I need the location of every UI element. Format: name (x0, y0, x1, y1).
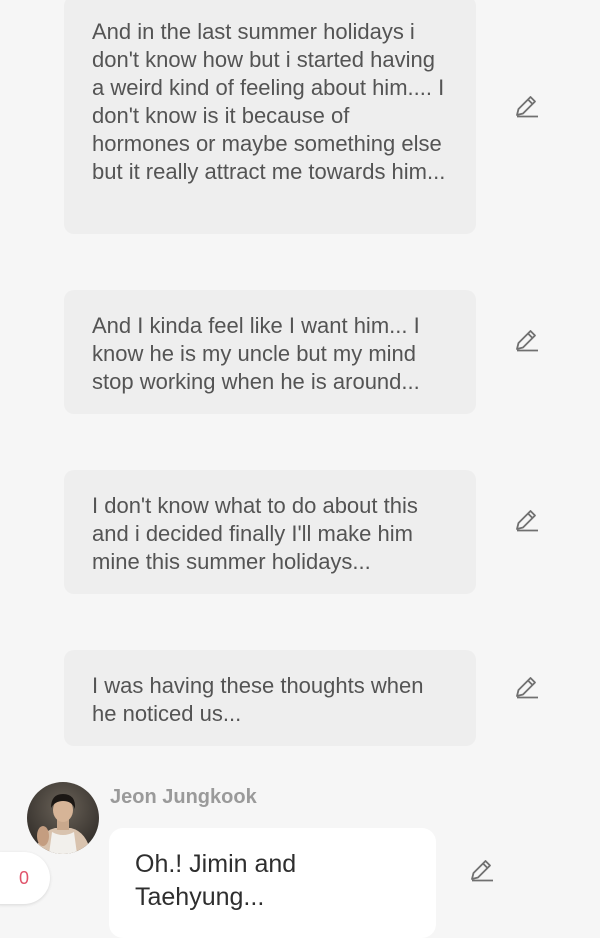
narration-bubble: I was having these thoughts when he noti… (64, 650, 476, 746)
narration-bubble: And I kinda feel like I want him... I kn… (64, 290, 476, 414)
edit-button[interactable] (467, 856, 495, 884)
speaker-name: Jeon Jungkook (110, 786, 257, 808)
narration-text: And I kinda feel like I want him... I kn… (92, 313, 420, 394)
pencil-icon (516, 96, 538, 118)
edit-button[interactable] (512, 326, 540, 354)
dialogue-bubble: Oh.! Jimin and Taehyung... (109, 828, 436, 938)
narration-bubble: I don't know what to do about this and i… (64, 470, 476, 594)
narration-bubble: And in the last summer holidays i don't … (64, 0, 476, 234)
avatar[interactable] (27, 782, 99, 854)
dialogue-text: Oh.! Jimin and Taehyung... (135, 850, 297, 911)
narration-text: I was having these thoughts when he noti… (92, 673, 424, 726)
narration-text: And in the last summer holidays i don't … (92, 19, 446, 184)
reaction-counter-button[interactable]: 0 (0, 852, 50, 904)
edit-button[interactable] (512, 506, 540, 534)
edit-button[interactable] (512, 92, 540, 120)
avatar-photo (27, 782, 99, 854)
pencil-icon (516, 677, 538, 699)
reaction-count: 0 (18, 867, 29, 888)
pencil-icon (516, 330, 538, 352)
pencil-icon (516, 510, 538, 532)
edit-button[interactable] (512, 673, 540, 701)
pencil-icon (471, 860, 493, 882)
narration-text: I don't know what to do about this and i… (92, 493, 418, 574)
